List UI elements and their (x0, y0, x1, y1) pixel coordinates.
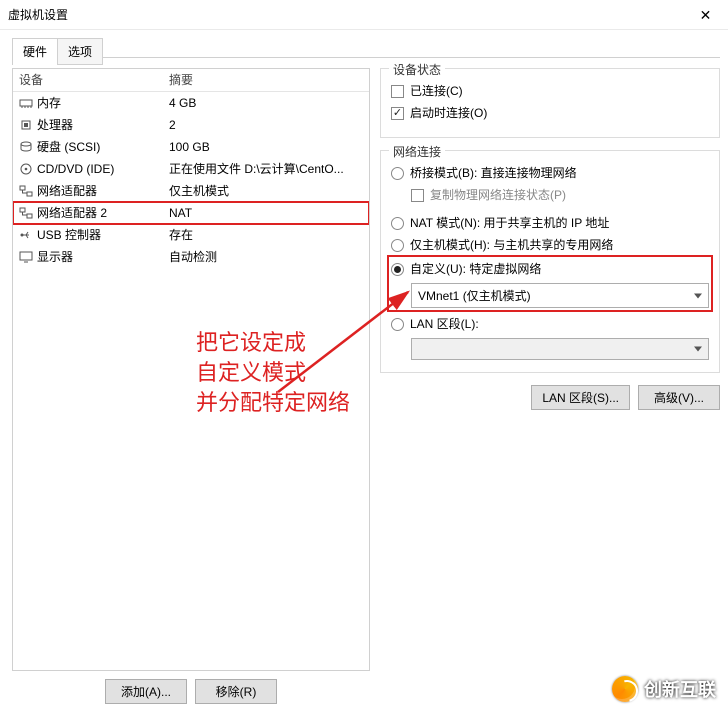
list-item-selected[interactable]: 网络适配器 2 NAT (13, 202, 369, 224)
label-lan-segment: LAN 区段(L): (410, 314, 479, 334)
close-button[interactable]: ✕ (683, 0, 728, 30)
list-item[interactable]: 显示器 自动检测 (13, 246, 369, 268)
hardware-left-panel: 设备 摘要 内存 4 GB 处理器 2 硬盘 (SCSI) 100 GB CD/… (12, 68, 370, 704)
list-item[interactable]: 处理器 2 (13, 114, 369, 136)
advanced-button[interactable]: 高级(V)... (638, 385, 720, 410)
label-bridged: 桥接模式(B): 直接连接物理网络 (410, 163, 577, 183)
checkbox-connect-on-power[interactable] (391, 107, 404, 120)
list-item[interactable]: 硬盘 (SCSI) 100 GB (13, 136, 369, 158)
network-icon (19, 185, 33, 197)
network-connection-group: 网络连接 桥接模式(B): 直接连接物理网络 复制物理网络连接状态(P) NAT… (380, 150, 720, 373)
tab-hardware[interactable]: 硬件 (12, 38, 58, 65)
remove-button[interactable]: 移除(R) (195, 679, 277, 704)
tab-options[interactable]: 选项 (57, 38, 103, 65)
label-connected: 已连接(C) (410, 81, 463, 101)
list-item[interactable]: CD/DVD (IDE) 正在使用文件 D:\云计算\CentO... (13, 158, 369, 180)
hardware-right-panel: 设备状态 已连接(C) 启动时连接(O) 网络连接 桥接模式(B): 直接连接物… (380, 68, 720, 704)
radio-lan-segment[interactable] (391, 318, 404, 331)
label-connect-on-power: 启动时连接(O) (410, 103, 487, 123)
network-icon (19, 207, 33, 219)
label-custom: 自定义(U): 特定虚拟网络 (410, 259, 541, 279)
checkbox-replicate[interactable] (411, 189, 424, 202)
radio-custom[interactable] (391, 263, 404, 276)
group-legend: 网络连接 (389, 143, 445, 160)
custom-block: 自定义(U): 特定虚拟网络 VMnet1 (仅主机模式) (391, 259, 709, 308)
device-status-group: 设备状态 已连接(C) 启动时连接(O) (380, 68, 720, 138)
add-button[interactable]: 添加(A)... (105, 679, 187, 704)
memory-icon (19, 97, 33, 109)
list-header: 设备 摘要 (13, 69, 369, 92)
header-device: 设备 (19, 71, 169, 89)
list-item[interactable]: 内存 4 GB (13, 92, 369, 114)
header-summary: 摘要 (169, 71, 363, 89)
list-item[interactable]: 网络适配器 仅主机模式 (13, 180, 369, 202)
group-legend: 设备状态 (389, 61, 445, 78)
list-item[interactable]: USB 控制器 存在 (13, 224, 369, 246)
custom-network-select[interactable]: VMnet1 (仅主机模式) (411, 283, 709, 308)
window-title: 虚拟机设置 (8, 6, 68, 23)
disk-icon (19, 141, 33, 153)
radio-hostonly[interactable] (391, 239, 404, 252)
display-icon (19, 251, 33, 263)
cpu-icon (19, 119, 33, 131)
checkbox-connected[interactable] (391, 85, 404, 98)
close-icon: ✕ (700, 7, 712, 24)
radio-bridged[interactable] (391, 167, 404, 180)
lan-segment-select (411, 338, 709, 360)
usb-icon (19, 229, 33, 241)
title-bar: 虚拟机设置 ✕ (0, 0, 728, 30)
label-nat: NAT 模式(N): 用于共享主机的 IP 地址 (410, 213, 609, 233)
label-hostonly: 仅主机模式(H): 与主机共享的专用网络 (410, 235, 613, 255)
cd-icon (19, 163, 33, 175)
lan-segments-button[interactable]: LAN 区段(S)... (531, 385, 630, 410)
radio-nat[interactable] (391, 217, 404, 230)
device-list: 设备 摘要 内存 4 GB 处理器 2 硬盘 (SCSI) 100 GB CD/… (12, 68, 370, 671)
label-replicate: 复制物理网络连接状态(P) (430, 185, 566, 205)
